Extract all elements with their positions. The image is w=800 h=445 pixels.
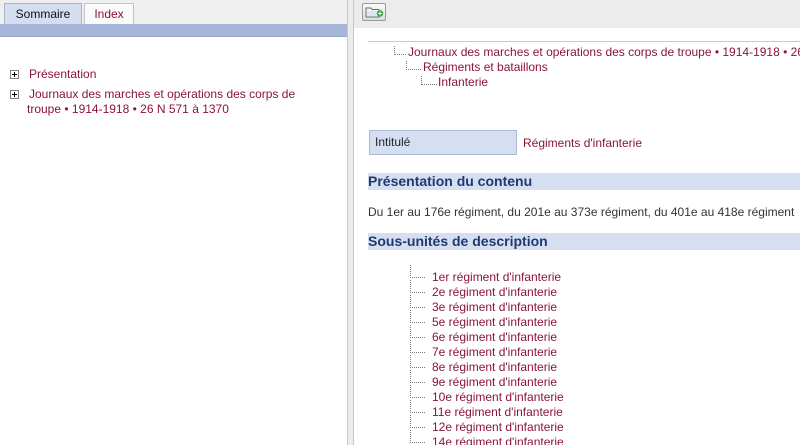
- tree-node-label[interactable]: Journaux des marches et opérations des c…: [29, 87, 295, 102]
- tree-connector: [410, 370, 425, 383]
- tree-connector: [410, 430, 425, 443]
- tree-connector: [410, 340, 425, 353]
- tree-connector: [410, 295, 425, 308]
- subunit-link[interactable]: 3e régiment d'infanterie: [432, 300, 557, 315]
- subunit-link[interactable]: 1er régiment d'infanterie: [432, 270, 561, 285]
- folder-add-button[interactable]: [362, 3, 386, 21]
- subunit-link[interactable]: 11e régiment d'infanterie: [432, 405, 563, 420]
- tree-connector: [410, 310, 425, 323]
- intitule-label: Intitulé: [369, 130, 517, 155]
- tree-connector: [410, 385, 425, 398]
- breadcrumb-item-journaux[interactable]: Journaux des marches et opérations des c…: [408, 45, 800, 60]
- subunit-link[interactable]: 5e régiment d'infanterie: [432, 315, 557, 330]
- folder-add-icon: [365, 7, 384, 18]
- subunit-link[interactable]: 14e régiment d'infanterie: [432, 435, 564, 445]
- tree-connector: [410, 265, 425, 278]
- subunit-link[interactable]: 2e régiment d'infanterie: [432, 285, 557, 300]
- tree-connector: [406, 61, 421, 70]
- presentation-text: Du 1er au 176e régiment, du 201e au 373e…: [368, 205, 795, 219]
- tab-sommaire[interactable]: Sommaire: [4, 3, 82, 24]
- pane-splitter[interactable]: [347, 0, 354, 445]
- subunit-link[interactable]: 12e régiment d'infanterie: [432, 420, 564, 435]
- subunits-heading: Sous-unités de description: [368, 233, 800, 250]
- breadcrumb-item-regiments[interactable]: Régiments et bataillons: [423, 60, 548, 75]
- right-panel: Journaux des marches et opérations des c…: [354, 0, 800, 445]
- intitule-value: Régiments d'infanterie: [523, 136, 643, 150]
- toolbar: [354, 0, 800, 28]
- tree-connector: [410, 400, 425, 413]
- subunit-link[interactable]: 6e régiment d'infanterie: [432, 330, 557, 345]
- expand-plus-icon[interactable]: [10, 70, 19, 79]
- breadcrumb-item-infanterie[interactable]: Infanterie: [438, 75, 488, 90]
- presentation-heading: Présentation du contenu: [368, 173, 800, 190]
- tree-connector: [410, 415, 425, 428]
- tree-connector: [410, 355, 425, 368]
- tree-node-label-line2[interactable]: troupe • 1914-1918 • 26 N 571 à 1370: [27, 102, 229, 117]
- tree-node-label[interactable]: Présentation: [29, 67, 96, 82]
- tree-connector: [394, 46, 406, 55]
- tab-index[interactable]: Index: [84, 3, 134, 24]
- subunit-link[interactable]: 10e régiment d'infanterie: [432, 390, 564, 405]
- tab-bar: Sommaire Index: [0, 0, 347, 24]
- tree-connector: [421, 76, 437, 85]
- subunit-link[interactable]: 7e régiment d'infanterie: [432, 345, 557, 360]
- tree-connector: [410, 325, 425, 338]
- breadcrumb-divider: [368, 41, 800, 42]
- left-panel: Sommaire Index Présentation Journaux des…: [0, 0, 347, 445]
- tree-connector: [410, 280, 425, 293]
- subunit-link[interactable]: 8e régiment d'infanterie: [432, 360, 557, 375]
- subunit-link[interactable]: 9e régiment d'infanterie: [432, 375, 557, 390]
- tab-band: [0, 24, 347, 37]
- expand-plus-icon[interactable]: [10, 90, 19, 99]
